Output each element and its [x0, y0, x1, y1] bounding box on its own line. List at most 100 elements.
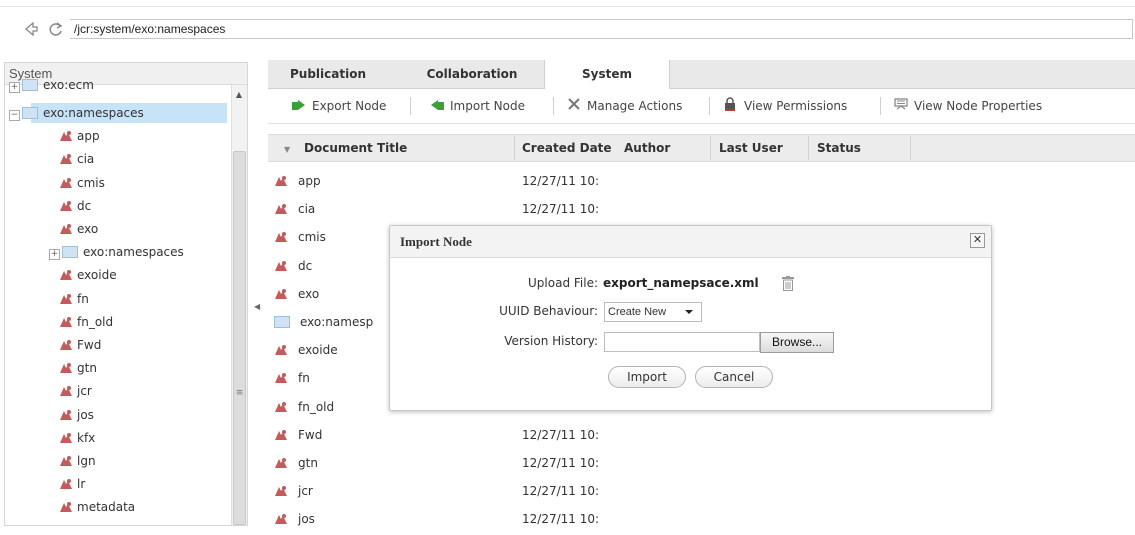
- path-input[interactable]: /jcr:system/exo:namespaces: [70, 19, 1133, 39]
- document-title-cell: gtn: [274, 449, 318, 477]
- cancel-button[interactable]: Cancel: [695, 366, 773, 388]
- export-node-button[interactable]: Export Node: [292, 89, 386, 123]
- upload-file-label: Upload File:: [528, 276, 598, 290]
- tree-item[interactable]: cmis: [59, 173, 105, 193]
- tree-item[interactable]: gtn: [59, 358, 97, 378]
- reload-icon[interactable]: [48, 20, 64, 38]
- toolbar-separator: [553, 97, 554, 115]
- namespace-icon: [274, 451, 288, 468]
- view-node-properties-label: View Node Properties: [914, 99, 1043, 113]
- expand-plus-icon[interactable]: +: [49, 249, 60, 261]
- tree-item-label: Fwd: [77, 338, 102, 352]
- tree-item[interactable]: exoide: [59, 265, 117, 285]
- browse-button[interactable]: Browse...: [760, 332, 834, 353]
- tree-item-selected[interactable]: − exo:namespaces: [9, 103, 144, 123]
- tree-item-label: exo: [77, 222, 99, 236]
- lock-icon: [724, 90, 738, 111]
- column-separator: [514, 136, 515, 160]
- document-title-cell: exoide: [274, 336, 338, 364]
- tree-item[interactable]: jcr: [59, 381, 92, 401]
- tree-item[interactable]: app: [59, 126, 100, 146]
- expand-plus-icon[interactable]: −: [9, 110, 20, 121]
- tab-strip: [268, 60, 1135, 89]
- document-title: fn: [298, 371, 310, 386]
- document-title-cell: cia: [274, 195, 315, 223]
- document-title: jcr: [298, 484, 313, 499]
- tab-publication[interactable]: Publication: [272, 60, 384, 88]
- column-separator: [910, 136, 911, 160]
- view-permissions-label: View Permissions: [744, 99, 848, 113]
- tree-item[interactable]: dc: [59, 196, 91, 216]
- tree-item[interactable]: exo: [59, 219, 98, 239]
- document-title: app: [298, 174, 321, 188]
- document-title-cell: Fwd: [274, 421, 322, 449]
- column-header-created-date[interactable]: Created Date: [522, 134, 612, 162]
- scroll-grip-icon[interactable]: ≡: [235, 388, 244, 398]
- document-row[interactable]: cia 12/27/11 10:: [268, 195, 1135, 223]
- expand-plus-icon[interactable]: +: [9, 82, 20, 93]
- dialog-title: Import Node: [400, 234, 472, 249]
- namespace-icon: [59, 383, 73, 397]
- back-arrow-icon[interactable]: [22, 20, 40, 38]
- tab-collaboration[interactable]: Collaboration: [402, 60, 542, 88]
- created-date-cell: 12/27/11 10:: [522, 456, 600, 470]
- namespace-icon: [59, 198, 73, 211]
- tree-item-label: exoide: [77, 268, 117, 283]
- trash-icon[interactable]: [782, 276, 794, 291]
- tree-item[interactable]: jos: [59, 405, 94, 425]
- scroll-up-arrow-icon[interactable]: ▲: [234, 90, 244, 100]
- view-permissions-button[interactable]: View Permissions: [724, 89, 847, 123]
- tree-item[interactable]: cia: [59, 149, 94, 169]
- document-title-cell: app: [274, 167, 321, 195]
- namespace-icon: [274, 423, 288, 440]
- manage-actions-button[interactable]: Manage Actions: [567, 89, 682, 123]
- namespace-icon: [59, 128, 73, 142]
- column-header-last-user[interactable]: Last User: [719, 134, 783, 162]
- sort-arrow-icon[interactable]: ▼: [284, 134, 290, 162]
- tree-item[interactable]: fn: [59, 289, 89, 309]
- namespace-icon: [59, 175, 73, 188]
- column-header-status[interactable]: Status: [817, 134, 861, 162]
- document-title: cmis: [298, 230, 326, 245]
- folder-icon: [274, 316, 290, 328]
- tree-item[interactable]: + exo:namespaces: [49, 242, 184, 262]
- namespace-icon: [59, 291, 73, 304]
- tree-scrollbar-thumb[interactable]: [233, 151, 246, 525]
- document-row[interactable]: app 12/27/11 10:: [268, 167, 1135, 195]
- tree-item[interactable]: lgn: [59, 451, 96, 471]
- tree-item-label: jos: [77, 407, 94, 422]
- version-history-input[interactable]: [604, 332, 760, 352]
- dialog-titlebar[interactable]: [390, 226, 991, 258]
- import-button[interactable]: Import: [608, 366, 686, 388]
- document-row[interactable]: Fwd 12/27/11 10:: [268, 421, 1135, 449]
- view-node-properties-button[interactable]: View Node Properties: [894, 89, 1042, 123]
- export-icon: [292, 90, 306, 110]
- column-header-document-title[interactable]: Document Title: [304, 134, 407, 162]
- import-node-button[interactable]: Import Node: [430, 89, 525, 123]
- tree-item[interactable]: metadata: [59, 497, 135, 517]
- tab-system[interactable]: System: [544, 60, 670, 89]
- tree-item[interactable]: Fwd: [59, 335, 101, 355]
- tree-item[interactable]: lr: [59, 474, 85, 494]
- export-node-label: Export Node: [312, 99, 387, 113]
- manage-actions-label: Manage Actions: [587, 99, 683, 113]
- created-date-cell: 12/27/11 10:: [522, 484, 600, 499]
- namespace-icon: [59, 453, 73, 466]
- tree-item[interactable]: fn_old: [59, 312, 113, 332]
- uuid-behaviour-label: UUID Behaviour:: [499, 304, 598, 318]
- collapse-arrow-icon[interactable]: ◀: [254, 302, 262, 312]
- version-history-label: Version History:: [504, 334, 598, 348]
- created-date-cell: 12/27/11 10:: [522, 512, 600, 527]
- document-title-cell: jcr: [274, 477, 313, 505]
- namespace-icon: [274, 225, 288, 243]
- document-row[interactable]: jos 12/27/11 10:: [268, 505, 1135, 533]
- document-row[interactable]: jcr 12/27/11 10:: [268, 477, 1135, 505]
- document-row[interactable]: gtn 12/27/11 10:: [268, 449, 1135, 477]
- document-title: fn_old: [298, 399, 335, 414]
- tree-item[interactable]: kfx: [59, 428, 95, 448]
- tree-item-label: exo:ecm: [43, 78, 94, 92]
- close-icon[interactable]: ✕: [970, 233, 985, 248]
- column-header-author[interactable]: Author: [624, 134, 670, 162]
- tree-item[interactable]: + exo:ecm: [9, 75, 94, 95]
- upload-file-name: export_namepsace.xml: [603, 276, 759, 290]
